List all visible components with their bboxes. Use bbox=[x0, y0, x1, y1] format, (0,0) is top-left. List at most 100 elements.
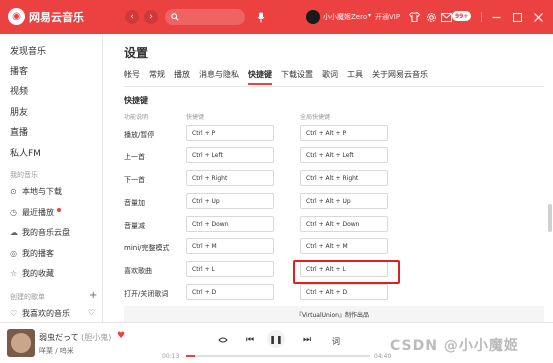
progress-bar[interactable] bbox=[186, 355, 370, 357]
username[interactable]: 小小魔姬Zero bbox=[323, 12, 367, 22]
divider bbox=[481, 12, 482, 22]
tab-privacy[interactable]: 消息与隐私 bbox=[199, 69, 239, 85]
sidebar-item-local[interactable]: ⊙ 本地与下载 bbox=[10, 186, 62, 197]
heart-icon: ♡ bbox=[10, 309, 18, 318]
tab-account[interactable]: 帐号 bbox=[124, 69, 140, 85]
gear-icon[interactable] bbox=[424, 10, 438, 24]
tab-tools[interactable]: 工具 bbox=[347, 69, 363, 85]
sidebar-item-my-podcast[interactable]: ◎ 我的播客 bbox=[10, 248, 54, 259]
sidebar-item-label: 我的播客 bbox=[22, 249, 54, 258]
shortcut-input[interactable]: Ctrl + M bbox=[186, 238, 274, 254]
tab-lyrics[interactable]: 歌词 bbox=[322, 69, 338, 85]
shortcut-input[interactable]: Ctrl + Up bbox=[186, 193, 274, 209]
total-time: 04:40 bbox=[374, 353, 392, 360]
forward-button[interactable]: › bbox=[144, 10, 158, 24]
sidebar-item-recent[interactable]: ◷ 最近播放 bbox=[10, 207, 61, 218]
mic-icon[interactable] bbox=[255, 10, 267, 24]
global-shortcut-input[interactable]: Ctrl + Alt + D bbox=[300, 284, 388, 300]
tab-play[interactable]: 播放 bbox=[174, 69, 190, 85]
artist[interactable]: 咩栗 / 呜米 bbox=[39, 346, 74, 356]
mail-icon[interactable] bbox=[439, 10, 453, 24]
sidebar-item-discover[interactable]: 发现音乐 bbox=[10, 44, 46, 57]
song-title-line[interactable]: 弱虫だって (胆小鬼) bbox=[39, 332, 111, 343]
loop-mode-icon[interactable] bbox=[216, 333, 230, 347]
global-shortcut-input[interactable]: Ctrl + Alt + Down bbox=[300, 216, 388, 232]
clock-icon: ◷ bbox=[10, 208, 17, 217]
minimize-icon[interactable] bbox=[489, 10, 503, 24]
vip-link[interactable]: 开通VIP bbox=[375, 12, 400, 22]
sidebar-item-fm[interactable]: 私人FM bbox=[10, 146, 41, 159]
netease-logo-icon: ◉ bbox=[8, 8, 25, 25]
back-button[interactable]: ‹ bbox=[125, 10, 139, 24]
global-shortcut-input[interactable]: Ctrl + Alt + Right bbox=[300, 170, 388, 186]
global-shortcut-input[interactable]: Ctrl + Alt + M bbox=[300, 238, 388, 254]
shortcut-label: 打开/关闭歌词 bbox=[124, 290, 169, 298]
top-bar: ◉ 网易云音乐 ‹ › 小小魔姬Zero ▾ 开通VIP 99+ bbox=[0, 0, 553, 34]
settings-tabs: 帐号 常规 播放 消息与隐私 快捷键 下载设置 歌词 工具 关于网易云音乐 bbox=[124, 69, 428, 85]
close-icon[interactable] bbox=[531, 10, 545, 24]
global-shortcut-input[interactable]: Ctrl + Alt + Up bbox=[300, 193, 388, 209]
tab-general[interactable]: 常规 bbox=[149, 69, 165, 85]
footer-credit: 『VirtualUnion』制作出品 bbox=[296, 312, 369, 319]
sidebar-item-collection[interactable]: ☆ 我的收藏 bbox=[10, 268, 54, 279]
new-dot bbox=[57, 207, 61, 212]
sidebar-item-podcast[interactable]: 播客 bbox=[10, 64, 28, 77]
global-shortcut-input[interactable]: Ctrl + Alt + Left bbox=[300, 147, 388, 163]
sidebar-item-live[interactable]: 直播 bbox=[10, 125, 28, 138]
column-header-global: 全局快捷键 bbox=[300, 114, 331, 121]
sidebar-item-label: 我喜欢的音乐 bbox=[22, 309, 70, 318]
section-title: 快捷键 bbox=[124, 96, 148, 105]
highlight-box bbox=[293, 260, 400, 284]
sidebar-item-liked[interactable]: ♡ 我喜欢的音乐 bbox=[10, 308, 70, 319]
page-title: 设置 bbox=[124, 46, 149, 60]
shirt-icon[interactable] bbox=[407, 10, 421, 24]
app-logo[interactable]: ◉ 网易云音乐 bbox=[8, 8, 84, 25]
podcast-icon: ◎ bbox=[10, 249, 17, 258]
column-header-function: 功能说明 bbox=[124, 114, 149, 121]
user-avatar[interactable] bbox=[306, 10, 320, 24]
tab-about[interactable]: 关于网易云音乐 bbox=[372, 69, 428, 85]
tab-download[interactable]: 下载设置 bbox=[281, 69, 313, 85]
pause-button[interactable]: ❚❚ bbox=[267, 330, 285, 348]
scrollbar[interactable] bbox=[548, 204, 552, 232]
heartbeat-mode-icon[interactable]: ♡ bbox=[88, 308, 95, 317]
maximize-shape bbox=[512, 12, 522, 22]
chevron-down-icon[interactable]: ▾ bbox=[368, 12, 371, 19]
shortcut-input[interactable]: Ctrl + L bbox=[186, 261, 274, 277]
progress-fill bbox=[186, 355, 196, 357]
like-heart-icon[interactable]: ♥ bbox=[117, 331, 125, 341]
my-music-header: 我的音乐 bbox=[10, 171, 38, 179]
lyrics-icon[interactable]: 词 bbox=[328, 333, 342, 347]
search-input[interactable] bbox=[181, 10, 245, 24]
sidebar-item-cloud[interactable]: ☁ 我的音乐云盘 bbox=[10, 227, 70, 238]
shortcut-input[interactable]: Ctrl + Right bbox=[186, 170, 274, 186]
sidebar-item-video[interactable]: 视频 bbox=[10, 84, 28, 97]
tab-shortcuts[interactable]: 快捷键 bbox=[248, 69, 272, 85]
sidebar-item-label: 我的音乐云盘 bbox=[22, 228, 70, 237]
search-box[interactable] bbox=[165, 9, 245, 25]
next-icon[interactable]: ⏭ bbox=[300, 333, 314, 347]
shortcut-input[interactable]: Ctrl + P bbox=[186, 125, 274, 141]
shortcut-label: 下一首 bbox=[124, 176, 145, 184]
shortcut-input[interactable]: Ctrl + Down bbox=[186, 216, 274, 232]
shortcut-input[interactable]: Ctrl + D bbox=[186, 284, 274, 300]
sidebar-item-friends[interactable]: 朋友 bbox=[10, 105, 28, 118]
column-header-shortcut: 快捷键 bbox=[186, 114, 205, 121]
sidebar-item-label: 最近播放 bbox=[22, 208, 54, 217]
cover-art bbox=[11, 333, 31, 353]
previous-icon[interactable]: ⏮ bbox=[243, 333, 257, 347]
close-shape bbox=[533, 12, 543, 22]
message-badge: 99+ bbox=[452, 11, 472, 21]
mic-shape bbox=[257, 12, 265, 22]
shortcut-input[interactable]: Ctrl + Left bbox=[186, 147, 274, 163]
search-icon bbox=[171, 13, 179, 21]
shortcut-label: 播放/暂停 bbox=[124, 131, 155, 139]
add-playlist-icon[interactable]: + bbox=[89, 290, 97, 301]
maximize-icon[interactable] bbox=[510, 10, 524, 24]
tabs-divider bbox=[124, 86, 544, 87]
shortcut-label: mini/完整模式 bbox=[124, 244, 170, 252]
album-cover[interactable] bbox=[7, 329, 35, 357]
global-shortcut-input[interactable]: Ctrl + Alt + P bbox=[300, 125, 388, 141]
sidebar-item-label: 我的收藏 bbox=[22, 269, 54, 278]
sidebar-item-label: 本地与下载 bbox=[22, 187, 62, 196]
